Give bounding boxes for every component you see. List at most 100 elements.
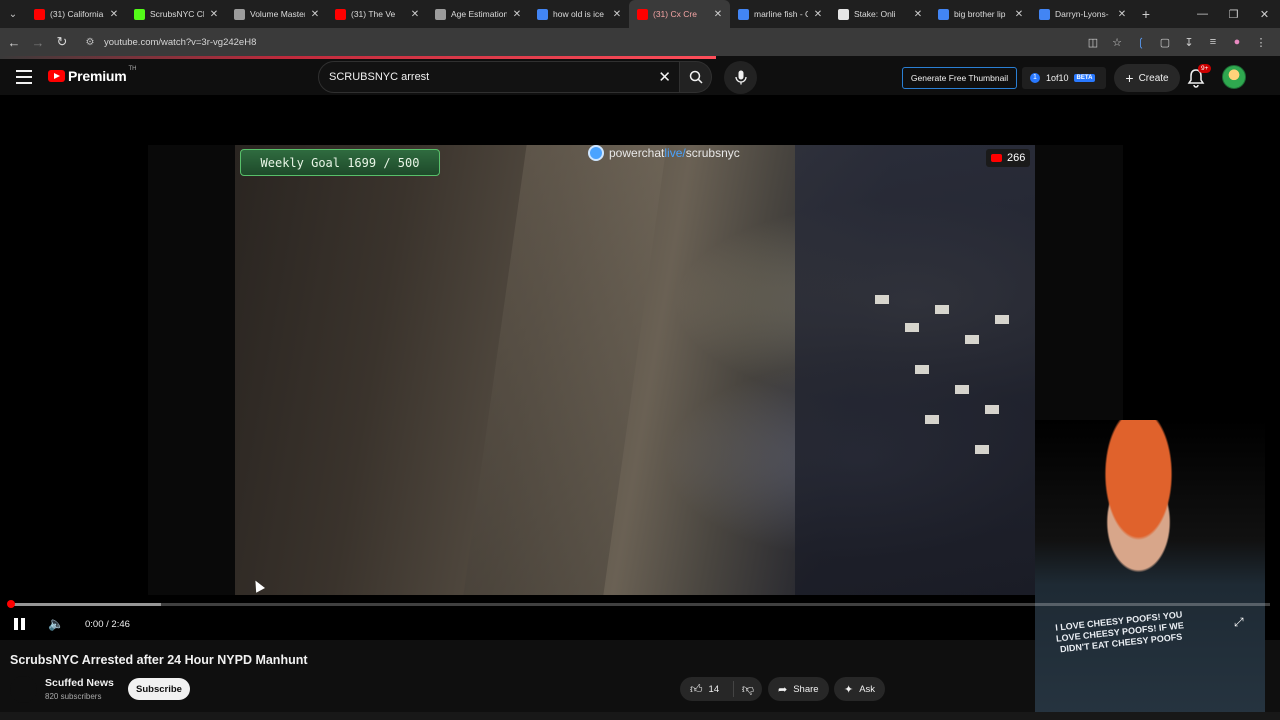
browser-tab[interactable]: Stake: Onli ✕ [830,0,930,28]
tab-close-icon[interactable]: ✕ [208,9,220,20]
restore-icon[interactable]: ❐ [1218,0,1249,28]
like-button[interactable]: 👍︎ 14 [680,681,734,697]
profile-avatar-icon[interactable]: ● [1226,36,1248,48]
tab-favicon-icon [234,8,245,20]
tab-close-icon[interactable]: ✕ [511,9,523,20]
share-button[interactable]: ➦ Share [768,677,829,701]
like-count: 14 [708,683,720,695]
browser-tab[interactable]: big brother lip ✕ [930,0,1031,28]
tab-favicon-icon [435,8,446,20]
tab-favicon-icon [738,8,749,20]
account-avatar[interactable] [1222,65,1246,89]
tab-close-icon[interactable]: ✕ [1013,9,1025,20]
powerchat-logo-icon [588,145,604,161]
tab-close-icon[interactable]: ✕ [812,9,824,20]
tab-close-icon[interactable]: ✕ [912,9,924,20]
youtube-logo-icon [48,70,65,82]
browser-tab[interactable]: (31) Cx Cre ✕ [629,0,730,28]
plus-icon: + [1125,70,1134,86]
downloads-icon[interactable]: ↧ [1178,36,1200,49]
channel-avatar[interactable] [10,676,37,703]
fullscreen-icon[interactable]: ⤢ [1234,615,1252,633]
powerchat-live: live/ [664,146,686,160]
voice-search-button[interactable] [724,61,757,94]
address-bar[interactable]: ⚙ youtube.com/watch?v=3r-vg242eH8 [80,31,1120,53]
page-divider [0,712,1280,720]
reload-icon[interactable]: ↻ [50,30,74,54]
tab-close-icon[interactable]: ✕ [611,9,623,20]
guide-menu-icon[interactable] [14,68,34,86]
forward-icon[interactable]: → [26,30,50,54]
create-label: Create [1138,72,1169,84]
minimize-icon[interactable]: — [1187,0,1218,28]
share-arrow-icon: ➦ [778,683,788,696]
tab-close-icon[interactable]: ✕ [712,9,724,20]
logo-text: Premium [68,68,127,84]
browser-menu-icon[interactable]: ⋮ [1250,36,1272,49]
video-window [985,405,999,414]
youtube-premium-logo[interactable]: Premium TH [48,66,137,84]
video-window [935,305,949,314]
search-input[interactable]: SCRUBSNYC arrest ✕ [318,61,680,93]
video-window [995,315,1009,324]
microphone-icon [734,70,747,85]
oneof10-badge-icon: 1 [1030,73,1040,83]
clear-search-icon[interactable]: ✕ [658,68,671,86]
search-query[interactable]: SCRUBSNYC arrest [329,71,429,83]
oneof10-extension-button[interactable]: 1 1of10 BETA [1022,67,1106,89]
browser-tab[interactable]: (31) California ✕ [26,0,126,28]
site-info-icon[interactable]: ⚙ [80,37,100,48]
url-text[interactable]: youtube.com/watch?v=3r-vg242eH8 [104,37,256,48]
progress-bar[interactable] [10,603,1270,606]
reading-list-icon[interactable]: ≡ [1202,36,1224,48]
tab-favicon-icon [335,8,346,20]
tab-favicon-icon [1039,8,1050,20]
tab-list: (31) California✕ScrubsNYC Clip✕Volume Ma… [26,0,1134,28]
browser-tab[interactable]: (31) The Ve ✕ [327,0,427,28]
browser-tab[interactable]: Age Estimation ✕ [427,0,529,28]
scrubber-handle[interactable] [7,600,15,608]
channel-name[interactable]: Scuffed News [45,677,114,689]
tab-title: (31) The Ve [351,9,396,19]
extensions-puzzle-icon[interactable]: ▢ [1154,36,1176,49]
create-button[interactable]: + Create [1114,64,1180,92]
tab-favicon-icon [637,8,648,20]
browser-tab[interactable]: ScrubsNYC Clip ✕ [126,0,226,28]
pause-button[interactable] [14,615,30,633]
back-icon[interactable]: ← [2,30,26,54]
generate-thumbnail-button[interactable]: Generate Free Thumbnail [902,67,1017,89]
search-button[interactable] [680,61,712,93]
video-window [925,415,939,424]
browser-tab[interactable]: how old is ice ✕ [529,0,629,28]
video-window [955,385,969,394]
tab-close-icon[interactable]: ✕ [1116,9,1128,20]
tab-close-icon[interactable]: ✕ [309,9,321,20]
beta-badge: BETA [1073,74,1096,82]
video-window [975,445,989,454]
notifications-count-badge: 9+ [1198,64,1212,73]
browser-tab[interactable]: Darryn-Lyons- ✕ [1031,0,1134,28]
video-title: ScrubsNYC Arrested after 24 Hour NYPD Ma… [10,653,308,667]
tab-title: Darryn-Lyons- [1055,9,1109,19]
browser-tab[interactable]: marline fish - C ✕ [730,0,830,28]
tab-close-icon[interactable]: ✕ [409,9,421,20]
browser-tab-strip: ⌄ (31) California✕ScrubsNYC Clip✕Volume … [0,0,1280,28]
browser-tab[interactable]: Volume Master ✕ [226,0,327,28]
tab-close-icon[interactable]: ✕ [108,9,120,20]
video-frame[interactable] [235,145,1035,595]
powerchat-prefix: powerchat [609,146,665,160]
video-stone-wall [463,145,667,595]
volume-icon[interactable]: 🔈 [48,615,66,633]
tab-search-chevron-icon[interactable]: ⌄ [0,0,26,28]
powerchat-user: scrubsnyc [685,146,740,160]
bookmark-star-icon[interactable]: ☆ [1106,36,1128,49]
new-tab-button[interactable]: + [1134,6,1158,22]
subscribe-button[interactable]: Subscribe [128,678,190,700]
extension-volume-icon[interactable]: ❲ [1130,36,1152,49]
close-window-icon[interactable]: ✕ [1249,0,1280,28]
dislike-button[interactable]: 👎︎ [734,682,762,697]
ask-button[interactable]: ✦ Ask [834,677,886,701]
install-app-icon[interactable]: ◫ [1082,36,1104,49]
toolbar-icons: ◫ ☆ ❲ ▢ ↧ ≡ ● ⋮ [1082,31,1272,53]
search-icon [689,70,703,84]
